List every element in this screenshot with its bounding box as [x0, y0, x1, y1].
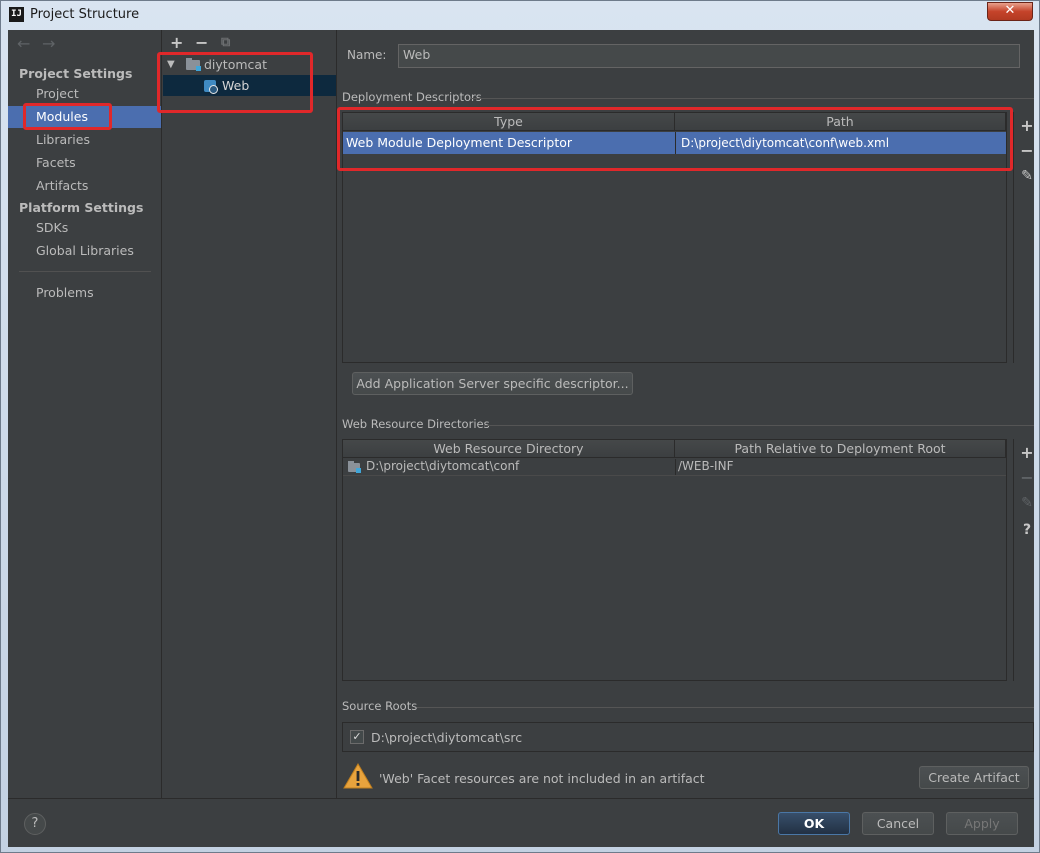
nav-item-artifacts[interactable]: Artifacts: [8, 175, 161, 197]
name-label: Name:: [347, 48, 387, 62]
source-roots-list: ✓ D:\project\diytomcat\src: [342, 722, 1034, 752]
add-module-icon[interactable]: +: [170, 33, 183, 52]
web-facet-settings: Name: Web Deployment Descriptors Type Pa…: [337, 30, 1037, 798]
directory-folder-icon: [348, 461, 361, 473]
title-bar: IJ Project Structure ✕: [1, 1, 1040, 29]
descriptor-highlight-box: [337, 107, 1013, 171]
project-settings-heading: Project Settings: [19, 66, 133, 81]
modules-highlight-box: [23, 103, 112, 130]
add-server-descriptor-button[interactable]: Add Application Server specific descript…: [352, 372, 633, 395]
add-resource-directory-icon[interactable]: +: [1017, 443, 1037, 462]
nav-item-libraries[interactable]: Libraries: [8, 129, 161, 151]
group-divider: [417, 707, 1034, 708]
add-descriptor-icon[interactable]: +: [1017, 116, 1037, 135]
window-title: Project Structure: [30, 7, 140, 22]
help-button[interactable]: ?: [24, 813, 46, 835]
group-divider: [484, 425, 1034, 426]
module-tree-panel: + − ⧉ ▼ diytomcat Web: [157, 30, 337, 798]
row-divider: [343, 475, 1006, 476]
name-field[interactable]: Web: [398, 44, 1020, 68]
relative-path-cell[interactable]: /WEB-INF: [675, 455, 1006, 477]
nav-item-global-libraries[interactable]: Global Libraries: [8, 240, 161, 262]
source-roots-title: Source Roots: [342, 699, 418, 713]
edit-resource-directory-icon[interactable]: ✎: [1017, 495, 1037, 511]
project-structure-window: IJ Project Structure ✕ ← → Project Setti…: [0, 0, 1040, 853]
copy-module-icon[interactable]: ⧉: [221, 35, 230, 50]
settings-nav: ← → Project Settings Project Modules Lib…: [8, 30, 162, 798]
source-root-checkbox[interactable]: ✓: [350, 730, 364, 744]
deployment-descriptors-title: Deployment Descriptors: [342, 90, 482, 104]
dialog-button-bar: ? OK Cancel Apply: [8, 798, 1034, 847]
apply-button[interactable]: Apply: [946, 812, 1018, 835]
remove-descriptor-icon[interactable]: −: [1017, 141, 1037, 160]
forward-arrow-icon[interactable]: →: [42, 34, 55, 53]
back-arrow-icon[interactable]: ←: [17, 34, 30, 53]
create-artifact-button[interactable]: Create Artifact: [919, 766, 1029, 789]
nav-item-sdks[interactable]: SDKs: [8, 217, 161, 239]
close-button[interactable]: ✕: [987, 2, 1033, 21]
platform-settings-heading: Platform Settings: [19, 200, 144, 215]
source-root-path: D:\project\diytomcat\src: [371, 730, 523, 745]
nav-item-facets[interactable]: Facets: [8, 152, 161, 174]
cell-divider: [675, 459, 676, 475]
toolbar-divider: [1013, 439, 1014, 681]
ok-button[interactable]: OK: [778, 812, 850, 835]
remove-module-icon[interactable]: −: [195, 33, 208, 52]
nav-item-problems[interactable]: Problems: [8, 282, 161, 304]
edit-descriptor-icon[interactable]: ✎: [1017, 168, 1037, 184]
nav-item-project[interactable]: Project: [8, 83, 161, 105]
cancel-button[interactable]: Cancel: [862, 812, 934, 835]
module-tree-highlight-box: [157, 52, 313, 113]
help-icon[interactable]: ?: [1017, 522, 1037, 538]
web-resource-directories-table[interactable]: Web Resource Directory Path Relative to …: [342, 439, 1007, 681]
nav-separator: [19, 271, 151, 272]
resource-directory-cell[interactable]: D:\project\diytomcat\conf: [363, 455, 675, 477]
dialog-content: ← → Project Settings Project Modules Lib…: [8, 30, 1034, 847]
web-resource-directories-title: Web Resource Directories: [342, 417, 490, 431]
intellij-app-icon: IJ: [9, 7, 24, 22]
remove-resource-directory-icon[interactable]: −: [1017, 468, 1037, 487]
warning-icon: [343, 763, 373, 789]
toolbar-divider: [1013, 112, 1014, 363]
warning-text: 'Web' Facet resources are not included i…: [379, 771, 705, 786]
group-divider: [471, 98, 1034, 99]
